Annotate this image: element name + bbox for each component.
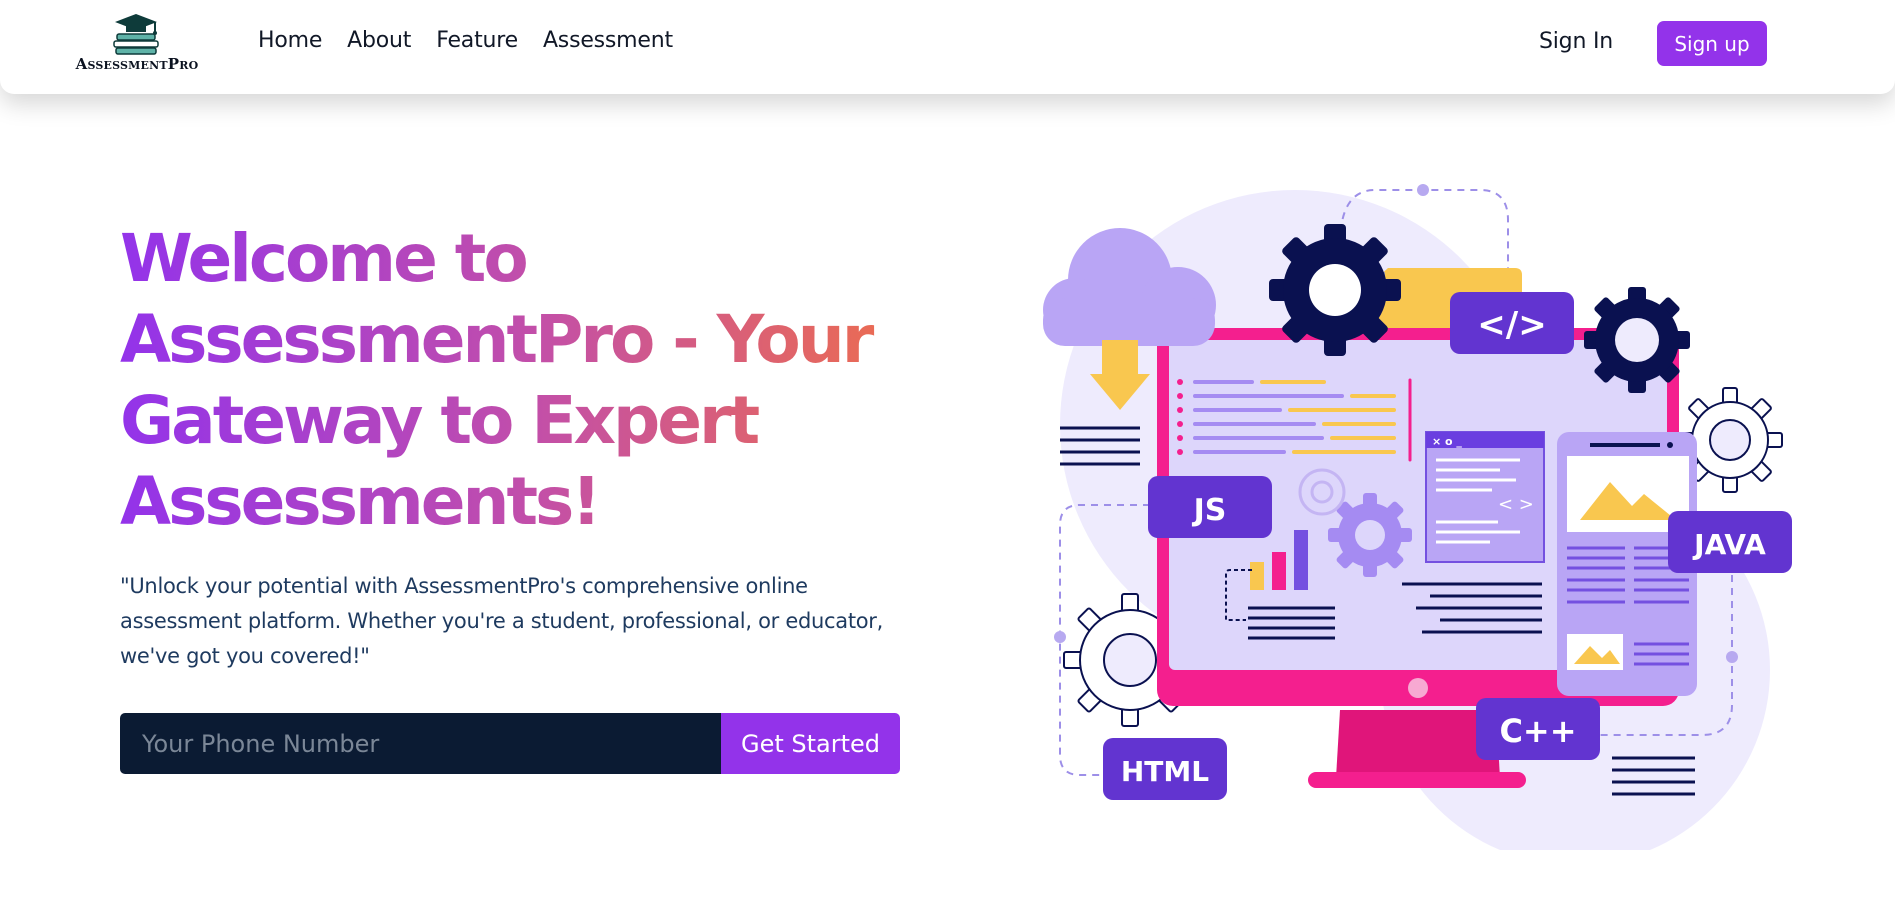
svg-text:< >: < > — [1498, 494, 1534, 515]
hero-title: Welcome to AssessmentPro - Your Gateway … — [120, 218, 880, 542]
connector-node — [1054, 631, 1066, 643]
html-tag-label: HTML — [1121, 755, 1209, 788]
code-tag-badge: </> — [1450, 292, 1574, 354]
brand-name: AssessmentPro — [75, 55, 199, 73]
sign-in-link[interactable]: Sign In — [1539, 29, 1613, 54]
coding-assessment-illustration: × o _ < > </> JS JAVA HTML C++ — [1043, 184, 1792, 850]
brand-logo[interactable]: AssessmentPro — [72, 12, 202, 76]
code-window: × o _ < > — [1425, 431, 1545, 563]
nav-assessment-link[interactable]: Assessment — [543, 28, 673, 53]
code-tag-label: </> — [1477, 305, 1546, 345]
html-tag-badge: HTML — [1103, 738, 1227, 800]
nav-feature-link[interactable]: Feature — [436, 28, 518, 53]
nav-about-link[interactable]: About — [347, 28, 411, 53]
window-controls: × o _ — [1432, 435, 1462, 448]
connector-node — [1417, 184, 1429, 196]
hero-description: "Unlock your potential with AssessmentPr… — [120, 574, 884, 668]
js-tag-badge: JS — [1148, 476, 1272, 538]
gear-icon — [1584, 287, 1690, 393]
top-navbar: AssessmentPro Home About Feature Assessm… — [0, 0, 1895, 94]
graduation-cap-books-icon — [113, 14, 159, 55]
connector-node — [1726, 651, 1738, 663]
sign-up-button[interactable]: Sign up — [1657, 21, 1767, 66]
java-tag-label: JAVA — [1692, 528, 1766, 561]
hero-illustration: × o _ < > </> JS JAVA HTML C++ — [1030, 170, 1830, 850]
phone-number-input[interactable] — [120, 713, 721, 774]
java-tag-badge: JAVA — [1668, 511, 1792, 573]
get-started-button[interactable]: Get Started — [721, 713, 900, 774]
cpp-tag-label: C++ — [1499, 712, 1576, 750]
nav-home-link[interactable]: Home — [258, 28, 322, 53]
phone-signup-form: Get Started — [120, 713, 900, 774]
gear-icon — [1269, 224, 1401, 356]
js-tag-label: JS — [1192, 493, 1227, 528]
cpp-tag-badge: C++ — [1476, 698, 1600, 760]
main-nav: Home About Feature Assessment — [258, 28, 673, 53]
